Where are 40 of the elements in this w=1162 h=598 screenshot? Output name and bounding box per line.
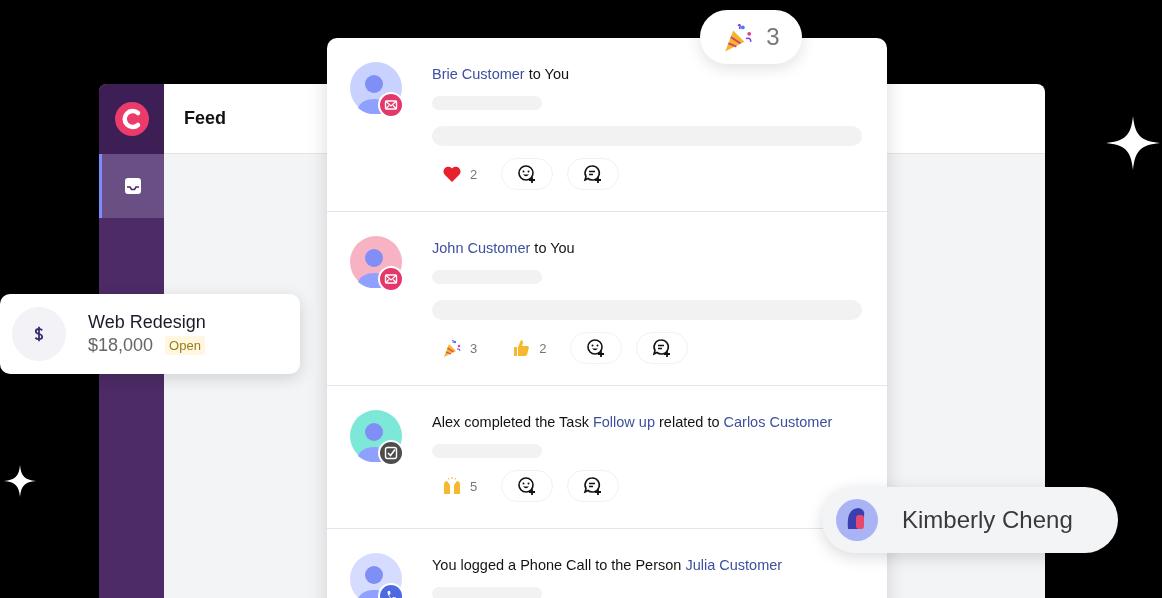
deal-name: Web Redesign: [88, 312, 206, 333]
avatar: [836, 499, 878, 541]
inbox-icon: [123, 176, 143, 196]
add-comment-icon: [583, 164, 604, 184]
reaction-count: 5: [470, 478, 478, 494]
add-reaction-button[interactable]: [501, 470, 554, 502]
link[interactable]: Brie Customer: [432, 66, 525, 82]
link[interactable]: Julia Customer: [685, 557, 783, 573]
link[interactable]: Carlos Customer: [723, 414, 833, 430]
logo-icon: [114, 102, 149, 136]
add-emoji-icon: [517, 476, 538, 496]
thumbs-up-icon: [511, 338, 532, 358]
person-name: Kimberly Cheng: [902, 506, 1073, 534]
inbox-nav-button[interactable]: [99, 154, 164, 218]
status-tag: Open: [165, 336, 205, 355]
add-comment-icon: [652, 338, 673, 358]
add-comment-button[interactable]: [567, 158, 620, 190]
add-comment-button[interactable]: [636, 332, 689, 364]
heart-icon: [442, 164, 462, 184]
reaction-count: 2: [539, 340, 547, 356]
reaction-count: 3: [470, 340, 478, 356]
add-emoji-icon: [517, 164, 538, 184]
link[interactable]: John Customer: [432, 240, 531, 256]
reaction-count: 2: [470, 166, 478, 182]
activity-text: John Customer to You: [432, 239, 576, 258]
deal-amount: $18,000: [88, 335, 154, 356]
add-reaction-button[interactable]: [570, 332, 623, 364]
add-emoji-icon: [586, 338, 607, 358]
raised-hands-icon: [442, 476, 462, 496]
reaction-count: 3: [766, 23, 780, 51]
activity-text: Alex completed the Task Follow up related to Carlos Customer: [432, 413, 834, 432]
party-popper-icon: [442, 338, 462, 358]
page-title: Feed: [184, 108, 226, 129]
sparkle-icon: [4, 465, 36, 497]
activity-text: Brie Customer to You: [432, 65, 571, 84]
add-comment-button[interactable]: [567, 470, 620, 502]
activity-text: You logged a Phone Call to the Person Julia Customer: [432, 556, 784, 575]
add-reaction-button[interactable]: [501, 158, 554, 190]
link[interactable]: Follow up: [592, 414, 655, 430]
add-comment-icon: [583, 476, 604, 496]
